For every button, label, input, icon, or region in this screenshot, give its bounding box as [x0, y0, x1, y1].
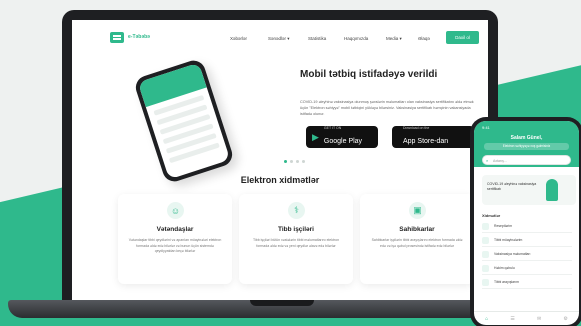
- mobile-tab-bar: ⌂ ☰ ✉ ⚙: [474, 311, 579, 325]
- banner-text: COVID-19 əleyhinə vaksinasiya sertifikat…: [487, 182, 537, 191]
- nav-item-contact[interactable]: Əlaqə: [418, 36, 430, 41]
- service-card-desc: Vətəndaşlar tibbi qeydlərini və aparılan…: [128, 238, 222, 253]
- list-item-label: Vaksinasiya məlumatları: [494, 252, 531, 256]
- hero-title: Mobil tətbiq istifadəyə verildi: [300, 69, 438, 80]
- list-item[interactable]: Tibbi arayışlarım: [482, 277, 572, 289]
- vaccine-icon: [482, 251, 489, 258]
- stethoscope-icon: ⚕: [288, 202, 305, 219]
- service-card-title: Sahibkarlar: [399, 226, 435, 233]
- mobile-greeting: Salam Günel,: [510, 135, 543, 141]
- service-card-title: Vətəndaşlar: [156, 226, 194, 233]
- laptop-screen: e-Təbəbə Xəbərlər Sənədlər ▾ Statistika …: [72, 20, 488, 303]
- logo-icon[interactable]: [110, 32, 124, 43]
- service-card-desc: Sahibkarlar işçilərin tibbi arayışlarını…: [371, 238, 463, 248]
- list-item[interactable]: Reseptlərim: [482, 221, 572, 233]
- mobile-banner[interactable]: COVID-19 əleyhinə vaksinasiya sertifikat…: [482, 175, 576, 205]
- play-icon: ▶: [312, 131, 319, 142]
- nav-item-media[interactable]: Media ▾: [386, 36, 402, 42]
- home-icon[interactable]: ⌂: [485, 316, 488, 322]
- menu-icon[interactable]: ☰: [510, 316, 514, 322]
- nav-item-statistics[interactable]: Statistika: [308, 36, 326, 41]
- exam-icon: [482, 237, 489, 244]
- nav-item-about[interactable]: Haqqımızda: [344, 36, 368, 41]
- list-item[interactable]: Tibbi müayinələrim: [482, 235, 572, 247]
- google-play-button[interactable]: ▶ GET IT ON Google Play: [306, 126, 378, 148]
- mobile-screen: 9:41 Salam Günel, Elektron səhiyyəyə xoş…: [474, 121, 579, 325]
- nav-item-documents[interactable]: Sənədlər ▾: [268, 36, 290, 42]
- citizen-icon: ☺: [167, 202, 184, 219]
- mobile-section-title: Xidmətlər: [482, 213, 501, 218]
- settings-icon[interactable]: ⚙: [563, 316, 567, 322]
- service-card-citizens[interactable]: ☺ Vətəndaşlar Vətəndaşlar tibbi qeydləri…: [118, 194, 232, 284]
- doctor-icon: [482, 265, 489, 272]
- google-play-label: Google Play: [323, 138, 363, 145]
- mobile-search-input[interactable]: ⌕ Axtarış...: [482, 155, 571, 165]
- login-button[interactable]: Daxil ol: [446, 31, 479, 44]
- carousel-dot[interactable]: [284, 160, 287, 163]
- service-card-desc: Tibb işçiləri bütün xəstələrin tibbi məl…: [252, 238, 340, 248]
- service-card-title: Tibb işçiləri: [277, 226, 314, 233]
- mail-icon[interactable]: ✉: [537, 316, 541, 322]
- nav-item-news[interactable]: Xəbərlər: [230, 36, 247, 41]
- hero-description: COVID-19 əleyhinə vaksinasiya olunmuş şə…: [300, 100, 474, 116]
- google-play-sub: GET IT ON: [323, 126, 342, 130]
- list-item-label: Tibbi arayışlarım: [494, 280, 519, 284]
- hero-phone-illustration: [132, 57, 236, 185]
- app-store-sub: Download on the: [403, 126, 430, 130]
- carousel-dot[interactable]: [290, 160, 293, 163]
- search-icon: ⌕: [486, 158, 489, 163]
- doctor-illustration: [546, 179, 558, 201]
- list-item-label: Həkim qəbulu: [494, 266, 515, 270]
- prescription-icon: [482, 223, 489, 230]
- services-title: Elektron xidmətlər: [240, 175, 320, 185]
- carousel-dot[interactable]: [296, 160, 299, 163]
- service-card-employers[interactable]: ▣ Sahibkarlar Sahibkarlar işçilərin tibb…: [360, 194, 474, 284]
- list-item[interactable]: Vaksinasiya məlumatları: [482, 249, 572, 261]
- employer-icon: ▣: [409, 202, 426, 219]
- search-placeholder: Axtarış...: [493, 159, 507, 163]
- mobile-subtitle: Elektron səhiyyəyə xoş gəlmisiniz: [484, 143, 569, 150]
- laptop-notch: [250, 300, 314, 306]
- top-navigation: e-Təbəbə Xəbərlər Sənədlər ▾ Statistika …: [72, 20, 488, 56]
- app-store-label: App Store-dan: [403, 138, 449, 145]
- carousel-indicator: [284, 160, 305, 163]
- app-store-button[interactable]: Download on the App Store-dan: [392, 126, 474, 148]
- status-time: 9:41: [482, 125, 490, 130]
- list-item-label: Reseptlərim: [494, 224, 513, 228]
- certificate-icon: [482, 279, 489, 286]
- carousel-dot[interactable]: [302, 160, 305, 163]
- list-item[interactable]: Həkim qəbulu: [482, 263, 572, 275]
- mobile-phone: 9:41 Salam Günel, Elektron səhiyyəyə xoş…: [470, 117, 581, 326]
- list-item-label: Tibbi müayinələrim: [494, 238, 523, 242]
- logo-text[interactable]: e-Təbəbə: [128, 34, 150, 40]
- service-card-medical-staff[interactable]: ⚕ Tibb işçiləri Tibb işçiləri bütün xəst…: [239, 194, 353, 284]
